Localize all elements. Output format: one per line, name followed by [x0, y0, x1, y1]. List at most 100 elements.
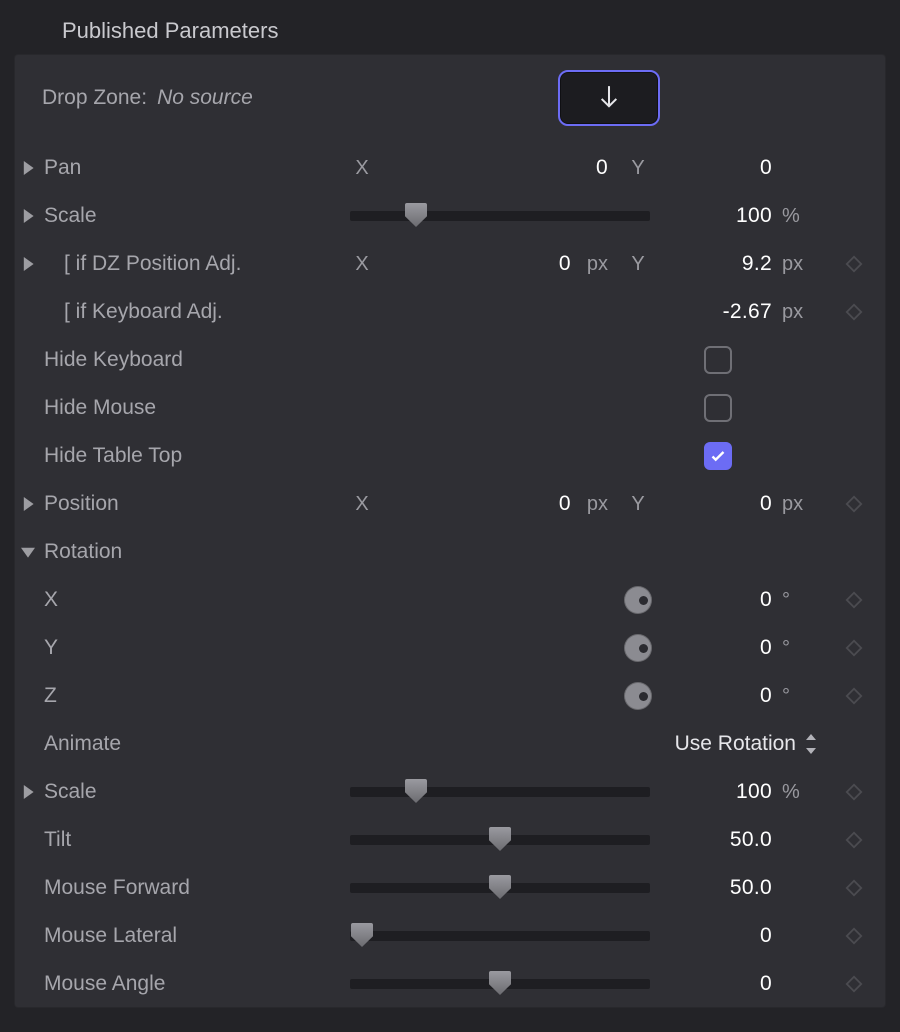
- disclosure-dzpos[interactable]: [14, 257, 42, 271]
- pos-x-axis: X: [342, 493, 382, 516]
- rotation-x-value[interactable]: 0: [658, 588, 778, 612]
- hide-mouse-row: Hide Mouse: [14, 384, 886, 432]
- mouse-lateral-label: Mouse Lateral: [42, 924, 342, 948]
- mouse-angle-value[interactable]: 0: [658, 972, 778, 996]
- keyframe-tilt[interactable]: [828, 831, 880, 849]
- keyboard-adj-row: [ if Keyboard Adj. -2.67 px: [14, 288, 886, 336]
- rotation-z-dial[interactable]: [624, 682, 652, 710]
- slider-thumb[interactable]: [489, 971, 511, 995]
- mouse-angle-row: Mouse Angle 0: [14, 960, 886, 1008]
- drop-zone-import-button[interactable]: [558, 70, 660, 126]
- keyframe-rot-x[interactable]: [828, 591, 880, 609]
- triangle-down-icon: [21, 545, 35, 559]
- keyframe-diamond-icon: [845, 927, 863, 945]
- keyframe-kbadj[interactable]: [828, 303, 880, 321]
- rotation-y-row: Y 0 °: [14, 624, 886, 672]
- hide-keyboard-row: Hide Keyboard: [14, 336, 886, 384]
- scale2-slider[interactable]: [350, 787, 650, 797]
- mouse-angle-label: Mouse Angle: [42, 972, 342, 996]
- hide-mouse-checkbox[interactable]: [704, 394, 732, 422]
- mouse-lateral-slider[interactable]: [350, 931, 650, 941]
- scale2-unit: %: [778, 781, 828, 804]
- keyframe-dzpos[interactable]: [828, 255, 880, 273]
- scale-slider[interactable]: [350, 211, 650, 221]
- disclosure-scale2[interactable]: [14, 785, 42, 799]
- rotation-z-unit: °: [778, 685, 828, 708]
- slider-thumb[interactable]: [489, 827, 511, 851]
- scale-row: Scale 100 %: [14, 192, 886, 240]
- pan-y-axis: Y: [618, 157, 658, 180]
- drop-zone-source: No source: [157, 86, 253, 110]
- scale-label: Scale: [42, 204, 342, 228]
- mouse-forward-label: Mouse Forward: [42, 876, 342, 900]
- pan-label: Pan: [42, 156, 342, 180]
- pos-y-axis: Y: [618, 493, 658, 516]
- keyframe-diamond-icon: [845, 591, 863, 609]
- keyframe-rot-y[interactable]: [828, 639, 880, 657]
- slider-thumb[interactable]: [351, 923, 373, 947]
- pan-x-value[interactable]: 0: [382, 156, 618, 180]
- tilt-value[interactable]: 50.0: [658, 828, 778, 852]
- parameters-panel: Published Parameters Drop Zone: No sourc…: [0, 0, 900, 1008]
- hide-tabletop-row: Hide Table Top: [14, 432, 886, 480]
- rotation-x-label: X: [42, 588, 342, 612]
- keyboard-adj-label: [ if Keyboard Adj.: [42, 300, 342, 324]
- hide-tabletop-label: Hide Table Top: [42, 444, 342, 468]
- scale-value[interactable]: 100: [658, 204, 778, 228]
- hide-keyboard-label: Hide Keyboard: [42, 348, 342, 372]
- pan-y-value[interactable]: 0: [658, 156, 778, 180]
- keyframe-rot-z[interactable]: [828, 687, 880, 705]
- rotation-x-row: X 0 °: [14, 576, 886, 624]
- disclosure-scale[interactable]: [14, 209, 42, 223]
- keyframe-diamond-icon: [845, 831, 863, 849]
- mouse-forward-value[interactable]: 50.0: [658, 876, 778, 900]
- mouse-forward-row: Mouse Forward 50.0: [14, 864, 886, 912]
- disclosure-pan[interactable]: [14, 161, 42, 175]
- keyboard-adj-value[interactable]: -2.67: [658, 300, 778, 324]
- dz-x-value[interactable]: 0: [559, 252, 577, 276]
- pos-y-unit: px: [778, 493, 828, 516]
- checkmark-icon: [710, 448, 726, 464]
- triangle-right-icon: [21, 497, 35, 511]
- mouse-lateral-value[interactable]: 0: [658, 924, 778, 948]
- rotation-z-label: Z: [42, 684, 342, 708]
- scale-unit: %: [778, 205, 828, 228]
- hide-tabletop-checkbox[interactable]: [704, 442, 732, 470]
- animate-label: Animate: [42, 732, 342, 756]
- animate-row: Animate Use Rotation: [14, 720, 886, 768]
- section-title: Published Parameters: [14, 14, 886, 54]
- mouse-angle-slider[interactable]: [350, 979, 650, 989]
- keyboard-adj-unit: px: [778, 301, 828, 324]
- animate-popup[interactable]: Use Rotation: [382, 732, 828, 756]
- parameters-list: Drop Zone: No source Pan X 0 Y 0 Scale 1…: [14, 54, 886, 1008]
- rotation-label: Rotation: [42, 540, 342, 564]
- keyframe-scale2[interactable]: [828, 783, 880, 801]
- mouse-forward-slider[interactable]: [350, 883, 650, 893]
- slider-thumb[interactable]: [489, 875, 511, 899]
- scale2-value[interactable]: 100: [658, 780, 778, 804]
- keyframe-diamond-icon: [845, 879, 863, 897]
- arrow-down-icon: [598, 84, 620, 112]
- keyframe-mouse-fwd[interactable]: [828, 879, 880, 897]
- triangle-right-icon: [21, 785, 35, 799]
- dz-y-value[interactable]: 9.2: [658, 252, 778, 276]
- disclosure-rotation[interactable]: [14, 545, 42, 559]
- pos-x-value[interactable]: 0: [559, 492, 577, 516]
- slider-thumb[interactable]: [405, 203, 427, 227]
- scale2-label: Scale: [42, 780, 342, 804]
- keyframe-position[interactable]: [828, 495, 880, 513]
- dz-x-unit: px: [583, 253, 608, 276]
- keyframe-mouse-lat[interactable]: [828, 927, 880, 945]
- disclosure-position[interactable]: [14, 497, 42, 511]
- pos-y-value[interactable]: 0: [658, 492, 778, 516]
- tilt-slider[interactable]: [350, 835, 650, 845]
- rotation-z-row: Z 0 °: [14, 672, 886, 720]
- rotation-y-dial[interactable]: [624, 634, 652, 662]
- slider-thumb[interactable]: [405, 779, 427, 803]
- up-down-chevrons-icon: [804, 734, 818, 754]
- rotation-y-value[interactable]: 0: [658, 636, 778, 660]
- hide-keyboard-checkbox[interactable]: [704, 346, 732, 374]
- rotation-z-value[interactable]: 0: [658, 684, 778, 708]
- rotation-x-dial[interactable]: [624, 586, 652, 614]
- keyframe-mouse-ang[interactable]: [828, 975, 880, 993]
